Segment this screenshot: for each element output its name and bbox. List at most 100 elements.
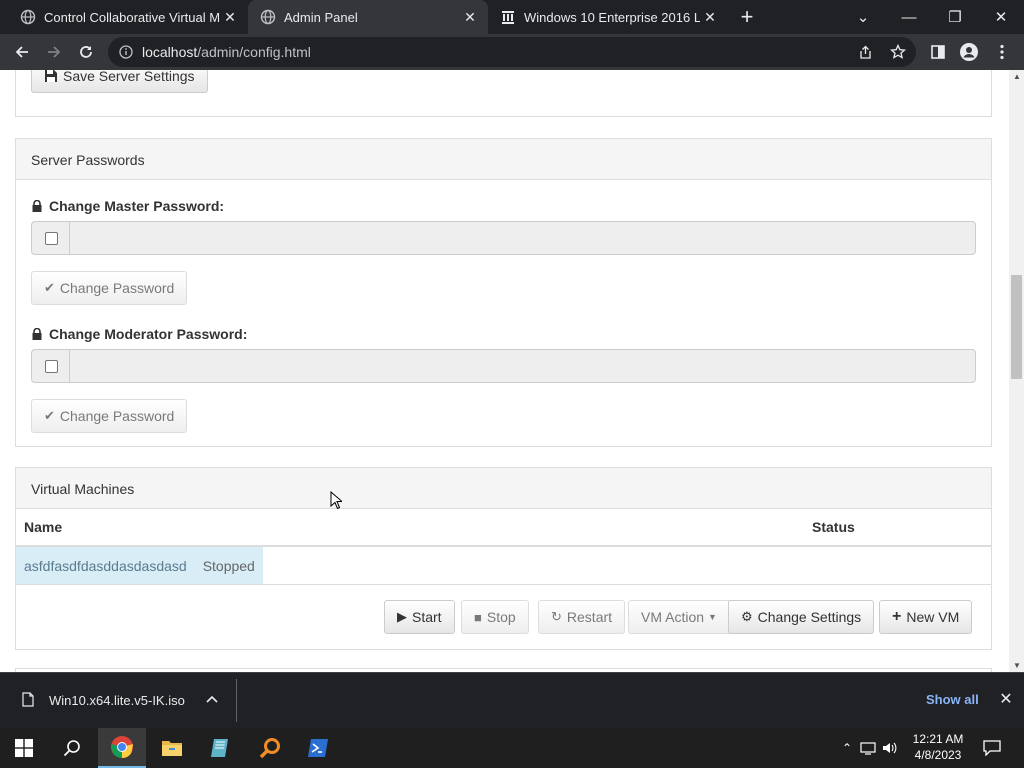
download-item[interactable]: Win10.x64.lite.v5-IK.iso — [0, 673, 236, 728]
new-vm-button[interactable]: + New VM — [879, 600, 973, 634]
moderator-password-input[interactable] — [69, 349, 976, 383]
system-tray: ⌃ — [838, 728, 898, 768]
close-download-bar-icon[interactable]: ✕ — [998, 689, 1014, 708]
page-viewport: Save Server Settings Server Passwords Ch… — [0, 70, 1024, 672]
clock[interactable]: 12:21 AM 4/8/2023 — [900, 731, 976, 763]
taskbar-chrome[interactable] — [98, 728, 146, 768]
network-icon[interactable] — [860, 741, 876, 755]
start-vm-button[interactable]: ▶ Start — [384, 600, 455, 634]
download-filename: Win10.x64.lite.v5-IK.iso — [49, 693, 185, 708]
column-header-status: Status — [804, 509, 991, 547]
moderator-password-checkbox[interactable] — [45, 360, 58, 373]
check-icon: ✔ — [44, 280, 55, 295]
save-server-settings-button[interactable]: Save Server Settings — [31, 70, 208, 93]
moderator-password-label: Change Moderator Password: — [31, 326, 247, 342]
tab-windows-10[interactable]: Windows 10 Enterprise 2016 LTSI ✕ — [488, 0, 728, 34]
download-bar: Win10.x64.lite.v5-IK.iso Show all ✕ — [0, 672, 1024, 728]
profile-icon[interactable] — [955, 38, 983, 66]
vm-action-dropdown[interactable]: VM Action ▼ — [628, 600, 730, 634]
vm-row-selected[interactable]: asfdfasdfdasddasdasdasd Stopped — [16, 547, 263, 584]
address-bar[interactable]: localhost/admin/config.html — [108, 37, 916, 67]
server-settings-panel: Save Server Settings — [15, 70, 992, 117]
tab-title: Admin Panel — [284, 9, 358, 25]
notification-icon — [983, 740, 1001, 756]
chevron-up-icon[interactable]: ⌃ — [838, 741, 856, 755]
tab-strip: Control Collaborative Virtual Mac ✕ Admi… — [0, 0, 1024, 34]
taskbar: ⌃ 12:21 AM 4/8/2023 — [0, 728, 1024, 768]
tab-admin-panel[interactable]: Admin Panel ✕ — [248, 0, 488, 34]
stop-vm-button[interactable]: ■ Stop — [461, 600, 529, 634]
lock-icon — [32, 328, 42, 340]
vm-name: asfdfasdfdasddasdasdasd — [24, 557, 187, 574]
clock-date: 4/8/2023 — [914, 748, 962, 762]
taskbar-file-explorer[interactable] — [148, 728, 196, 768]
taskbar-powershell[interactable] — [294, 728, 342, 768]
tab-title: Windows 10 Enterprise 2016 LTSI — [524, 9, 700, 25]
chevron-up-icon[interactable] — [206, 695, 218, 703]
stop-icon: ■ — [474, 609, 482, 625]
bookmark-star-icon[interactable] — [890, 44, 906, 60]
info-icon[interactable] — [119, 45, 133, 59]
tab-search-icon[interactable]: ⌄ — [840, 0, 886, 34]
refresh-icon: ↻ — [551, 609, 562, 624]
check-icon: ✔ — [44, 408, 55, 423]
clock-time: 12:21 AM — [912, 732, 964, 746]
close-tab-icon[interactable]: ✕ — [222, 9, 238, 25]
scroll-down-icon[interactable]: ▼ — [1013, 661, 1021, 670]
forward-icon[interactable] — [40, 38, 68, 66]
play-icon: ▶ — [397, 609, 407, 624]
mouse-cursor-icon — [330, 491, 342, 510]
plus-icon: + — [892, 608, 902, 625]
scroll-up-icon[interactable]: ▲ — [1013, 72, 1021, 81]
save-icon — [45, 70, 57, 82]
restart-vm-button[interactable]: ↻ Restart — [538, 600, 626, 634]
globe-icon — [260, 9, 276, 25]
archive-icon — [502, 11, 514, 24]
tab-title: Control Collaborative Virtual Mac — [44, 9, 220, 25]
menu-kebab-icon[interactable] — [988, 38, 1016, 66]
share-icon[interactable] — [858, 45, 873, 60]
reload-icon[interactable] — [72, 38, 100, 66]
vm-table: Name Status asfdfasdfdasddasdasdasd Stop… — [16, 509, 991, 585]
side-panel-icon[interactable] — [924, 38, 952, 66]
new-tab-button[interactable]: + — [736, 6, 758, 28]
minimize-icon[interactable]: — — [886, 0, 932, 34]
column-header-name: Name — [16, 509, 804, 547]
volume-icon[interactable] — [882, 741, 898, 755]
change-master-password-button[interactable]: ✔ Change Password — [31, 271, 188, 305]
panel-heading: Server Passwords — [16, 139, 991, 180]
divider — [236, 679, 237, 722]
magnifier-icon — [259, 738, 280, 759]
taskbar-app-notebook[interactable] — [196, 728, 244, 768]
scrollbar-thumb[interactable] — [1011, 275, 1022, 379]
master-password-checkbox[interactable] — [45, 232, 58, 245]
master-password-label: Change Master Password: — [31, 198, 224, 214]
start-button[interactable] — [0, 728, 48, 768]
search-icon — [63, 740, 80, 757]
virtual-machines-panel: Virtual Machines Name Status asfdfasdfda… — [15, 467, 992, 650]
restore-icon[interactable]: ❐ — [932, 0, 978, 34]
taskbar-app-search-tool[interactable] — [246, 728, 294, 768]
search-button[interactable] — [48, 728, 96, 768]
master-password-input[interactable] — [69, 221, 976, 255]
close-window-icon[interactable]: ✕ — [978, 0, 1024, 34]
change-moderator-password-button[interactable]: ✔ Change Password — [31, 399, 188, 433]
master-password-enable — [31, 221, 70, 255]
panel-heading: Virtual Machines — [16, 468, 991, 509]
close-tab-icon[interactable]: ✕ — [702, 9, 718, 25]
table-row[interactable]: asfdfasdfdasddasdasdasd Stopped — [16, 546, 991, 585]
master-password-group — [31, 221, 976, 255]
close-tab-icon[interactable]: ✕ — [462, 9, 478, 25]
url-text: localhost/admin/config.html — [142, 44, 311, 60]
folder-icon — [162, 741, 182, 756]
back-icon[interactable] — [8, 38, 36, 66]
powershell-icon — [308, 739, 328, 757]
show-all-link[interactable]: Show all — [926, 692, 979, 707]
tab-control-collaborative[interactable]: Control Collaborative Virtual Mac ✕ — [8, 0, 248, 34]
globe-icon — [20, 9, 36, 25]
windows-logo-icon — [15, 739, 33, 757]
notifications-button[interactable] — [970, 728, 1014, 768]
change-settings-button[interactable]: ⚙ Change Settings — [728, 600, 875, 634]
page-scrollbar[interactable]: ▲ ▼ — [1009, 70, 1024, 672]
lock-icon — [32, 200, 42, 212]
